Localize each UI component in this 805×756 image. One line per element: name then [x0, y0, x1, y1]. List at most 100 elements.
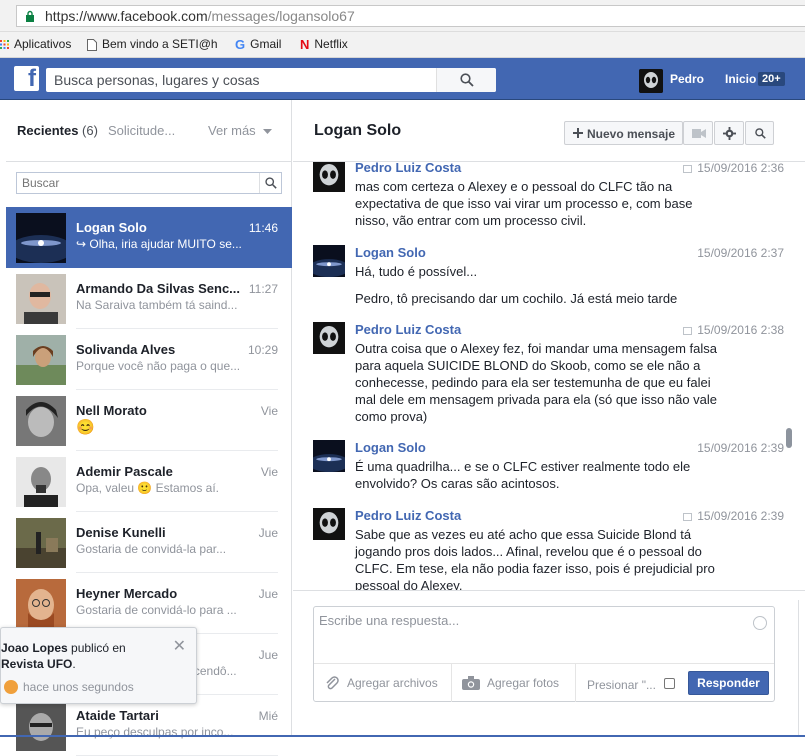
conversation-time: Jue	[258, 648, 278, 662]
conversation-time: 11:27	[248, 282, 278, 296]
message-body: Há, tudo é possível... Pedro, tô precisan…	[355, 264, 678, 306]
forward-icon[interactable]	[683, 326, 693, 335]
more-dropdown[interactable]: Ver más	[208, 123, 273, 138]
avatar[interactable]	[313, 440, 345, 472]
reply-button[interactable]: Responder	[688, 671, 769, 695]
message-sender[interactable]: Logan Solo	[355, 440, 426, 455]
message-sender[interactable]: Pedro Luiz Costa	[355, 322, 461, 337]
conversation-tabs: Recientes (6) Solicitude... Ver más	[6, 100, 292, 162]
conversation-item[interactable]: Ademir Pascale Vie Opa, valeu 🙂 Estamos …	[6, 451, 292, 512]
video-call-button[interactable]	[683, 121, 713, 145]
composer-toolbar: Agregar archivos Agregar fotos Presionar…	[314, 663, 774, 702]
conversation-item[interactable]: Logan Solo 11:46 ↪ Olha, iria ajudar MUI…	[6, 207, 292, 268]
message-time: 15/09/2016 2:39	[697, 441, 784, 455]
bookmark-apps[interactable]: Aplicativos	[0, 37, 71, 51]
settings-button[interactable]	[714, 121, 744, 145]
reply-area: Agregar archivos Agregar fotos Presionar…	[293, 590, 805, 737]
camera-icon	[462, 676, 480, 690]
enter-to-send-checkbox[interactable]	[664, 678, 675, 689]
google-icon: G	[235, 37, 246, 53]
conversation-name: Ademir Pascale	[76, 464, 173, 479]
enter-to-send-label: Presionar "...	[587, 678, 656, 692]
conversation-search[interactable]	[16, 172, 282, 194]
conversation-search-input[interactable]	[17, 173, 261, 193]
message-sender[interactable]: Pedro Luiz Costa	[355, 508, 461, 523]
alien-avatar-icon[interactable]	[313, 162, 345, 192]
message-body: Outra coisa que o Alexey fez, foi mandar…	[355, 341, 718, 424]
notification-toast[interactable]: Joao Lopes publicó en Revista UFO. ✕ hace…	[0, 627, 197, 704]
url-text: https://www.facebook.com/messages/logans…	[45, 8, 355, 24]
page-icon	[87, 38, 97, 51]
close-icon[interactable]: ✕	[173, 636, 186, 656]
conversation-item[interactable]: Ataide Tartari Mié Eu peço desculpas por…	[6, 695, 292, 756]
header-home-link[interactable]: Inicio	[725, 72, 756, 86]
bookmark-netflix[interactable]: N Netflix	[300, 37, 348, 52]
add-photos-button[interactable]: Agregar fotos	[451, 664, 575, 702]
conversation-item[interactable]: Solivanda Alves 10:29 Porque você não pa…	[6, 329, 292, 390]
search-thread-button[interactable]	[745, 121, 774, 145]
facebook-top-bar: f Busca personas, lugares y cosas Pedro …	[0, 58, 805, 100]
reply-composer: Agregar archivos Agregar fotos Presionar…	[313, 606, 775, 702]
conversation-time: Jue	[258, 526, 278, 540]
global-search-placeholder: Busca personas, lugares y cosas	[54, 72, 260, 88]
bookmark-seti[interactable]: Bem vindo a SETI@ho	[87, 37, 217, 51]
conversation-time: Vie	[260, 404, 278, 418]
attach-files-button[interactable]: Agregar archivos	[314, 664, 451, 702]
message-sender[interactable]: Pedro Luiz Costa	[355, 162, 461, 175]
conversation-item[interactable]: Denise Kunelli Jue Gostaria de convidá-l…	[6, 512, 292, 573]
conversation-item[interactable]: Heyner Mercado Jue Gostaria de convidá-l…	[6, 573, 292, 634]
conversation-name: Ataide Tartari	[76, 708, 159, 723]
avatar	[16, 457, 66, 507]
new-message-button[interactable]: Nuevo mensaje	[564, 121, 683, 145]
header-home-badge: 20+	[758, 72, 785, 86]
message-body: É uma quadrilha... e se o CLFC estiver r…	[355, 459, 691, 491]
conversation-search-button[interactable]	[259, 173, 281, 193]
bookmark-gmail[interactable]: G Gmail	[235, 37, 281, 52]
message-time: 15/09/2016 2:37	[697, 246, 784, 260]
emoji-icon[interactable]	[753, 616, 767, 630]
avatar[interactable]	[313, 245, 345, 277]
header-user-name[interactable]: Pedro	[670, 72, 704, 86]
url-field[interactable]: https://www.facebook.com/messages/logans…	[16, 5, 805, 27]
browser-address-bar: https://www.facebook.com/messages/logans…	[0, 0, 805, 32]
conversation-time: Jue	[258, 587, 278, 601]
conversation-snippet: Na Saraiva também tá saind...	[76, 298, 238, 312]
facebook-logo-icon[interactable]: f	[14, 65, 39, 92]
conversation-snippet: ↪ Olha, iria ajudar MUITO se...	[76, 237, 242, 251]
plus-icon	[573, 128, 583, 138]
avatar	[16, 579, 66, 629]
conversation-time: 10:29	[247, 343, 278, 357]
conversation-time: 11:46	[248, 221, 278, 235]
alien-avatar-icon[interactable]	[313, 322, 345, 354]
global-search[interactable]: Busca personas, lugares y cosas	[46, 68, 496, 92]
conversation-snippet: Gostaria de convidá-lo para ...	[76, 603, 237, 617]
conversation-name: Heyner Mercado	[76, 586, 178, 601]
conversation-item[interactable]: Nell Morato Vie 😊	[6, 390, 292, 451]
message-sender[interactable]: Logan Solo	[355, 245, 426, 260]
conversation-item[interactable]: Armando Da Silvas Senc... 11:27 Na Sarai…	[6, 268, 292, 329]
video-camera-icon	[692, 129, 706, 138]
message-time: 15/09/2016 2:38	[683, 323, 784, 337]
search-icon	[460, 73, 474, 87]
global-search-button[interactable]	[436, 68, 496, 92]
right-panel-edge	[798, 600, 805, 737]
forward-icon[interactable]	[683, 164, 693, 173]
conversation-name: Denise Kunelli	[76, 525, 166, 540]
conversation-time: Vie	[260, 465, 278, 479]
scrollbar-track[interactable]	[798, 162, 805, 590]
bookmarks-bar: Aplicativos Bem vindo a SETI@ho G Gmail N…	[0, 32, 805, 58]
header-avatar[interactable]	[639, 69, 663, 93]
thread-header: Logan Solo Nuevo mensaje	[293, 100, 805, 162]
netflix-icon: N	[300, 37, 310, 53]
paperclip-icon	[326, 676, 339, 690]
thread-title[interactable]: Logan Solo	[314, 122, 401, 140]
reply-input[interactable]	[314, 607, 754, 662]
scrollbar-thumb[interactable]	[786, 428, 792, 448]
conversation-name: Nell Morato	[76, 403, 147, 418]
tab-requests[interactable]: Solicitude...	[108, 123, 175, 138]
alien-avatar-icon[interactable]	[313, 508, 345, 540]
forward-icon[interactable]	[683, 512, 693, 521]
chevron-down-icon	[263, 128, 273, 134]
tab-recent[interactable]: Recientes (6)	[17, 123, 98, 138]
conversation-name: Solivanda Alves	[76, 342, 176, 357]
